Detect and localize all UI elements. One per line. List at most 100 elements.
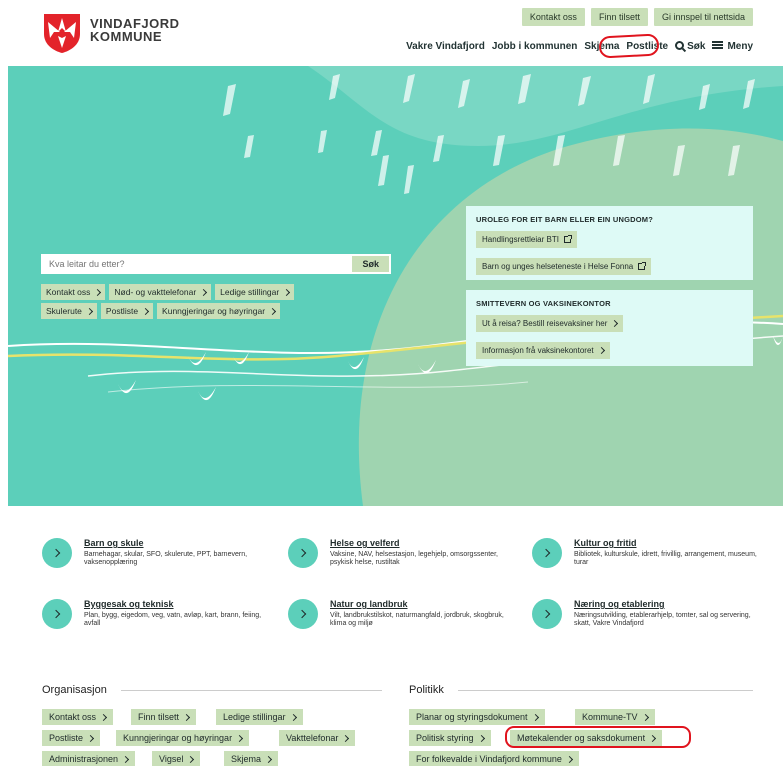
search-input[interactable]: [41, 259, 341, 269]
quick-link-label: Kunngjeringar og høyringar: [162, 306, 266, 316]
section-title: Organisasjon: [42, 684, 107, 696]
category-desc: Næringsutvikling, etablerarhjelp, tomter…: [574, 612, 751, 627]
org-link-label: Ledige stillingar: [223, 712, 286, 722]
nav-jobb[interactable]: Jobb i kommunen: [492, 40, 578, 53]
chevron-right-icon: [264, 755, 273, 763]
category-title: Kultur og fritid: [574, 538, 637, 548]
category-desc: Bibliotek, kulturskule, idrett, frivilli…: [574, 551, 757, 566]
chevron-right-icon: [641, 713, 649, 721]
vaccine-office-card: SMITTEVERN OG VAKSINEKONTOR Ut å reisa? …: [466, 290, 753, 366]
nav-search-label: Søk: [687, 41, 706, 52]
org-link-label: Kontakt oss: [49, 712, 97, 722]
org-link-label: Administrasjonen: [49, 754, 119, 764]
pol-link-label: Planar og styringsdokument: [416, 712, 528, 722]
search-submit-button[interactable]: Søk: [352, 256, 389, 272]
feedback-button[interactable]: Gi innspel til nettsida: [653, 8, 753, 26]
org-link-announcements[interactable]: Kunngjeringar og høyringar: [116, 730, 250, 746]
hero-banner: Søk Kontakt oss Nød- og vakttelefonar Le…: [8, 66, 783, 506]
chevron-right-icon: [200, 288, 208, 296]
category-kultur-og-fritid[interactable]: Kultur og fritid Bibliotek, kulturskule, …: [532, 538, 772, 568]
org-link-jobs[interactable]: Ledige stillingar: [216, 709, 303, 725]
card-link-label: Barn og unges helseteneste i Helse Fonna: [482, 262, 634, 271]
main-nav: Vakre Vindafjord Jobb i kommunen Skjema …: [406, 40, 753, 53]
quick-link-jobs[interactable]: Ledige stillingar: [215, 284, 295, 300]
chevron-right-icon: [283, 288, 291, 296]
home-logo-link[interactable]: VINDAFJORD KOMMUNE: [42, 12, 180, 54]
category-title: Helse og velferd: [330, 538, 400, 548]
quick-link-contact[interactable]: Kontakt oss: [41, 284, 106, 300]
external-link-icon: [638, 262, 647, 270]
section-organisasjon-heading: Organisasjon: [42, 684, 382, 696]
search-icon: [675, 41, 685, 50]
logo-text: VINDAFJORD KOMMUNE: [90, 17, 180, 43]
quick-link-label: Kontakt oss: [46, 287, 91, 297]
chevron-right-icon: [541, 548, 551, 558]
chevron-right-icon: [297, 609, 307, 619]
nav-menu-label: Meny: [727, 41, 753, 52]
nav-vakre-vindafjord[interactable]: Vakre Vindafjord: [406, 40, 485, 53]
nav-search-button[interactable]: Søk: [675, 40, 705, 53]
chevron-right-icon: [342, 734, 350, 742]
chevron-right-icon: [597, 346, 605, 355]
chevron-circle-icon: [288, 599, 318, 629]
category-title: Natur og landbruk: [330, 599, 408, 609]
chevron-right-icon: [51, 609, 61, 619]
helse-fonna-link[interactable]: Barn og unges helseteneste i Helse Fonna: [476, 258, 652, 275]
vaccine-info-link[interactable]: Informasjon frå vaksinekontoret: [476, 342, 610, 359]
quick-links-row-1: Kontakt oss Nød- og vakttelefonar Ledige…: [41, 284, 295, 300]
quick-link-label: Nød- og vakttelefonar: [114, 287, 197, 297]
coat-of-arms-icon: [44, 14, 80, 53]
chevron-circle-icon: [42, 538, 72, 568]
category-desc: Vaksine, NAV, helsestasjon, legehjelp, o…: [330, 551, 498, 566]
chevron-right-icon: [99, 713, 108, 721]
travel-vaccine-link[interactable]: Ut å reisa? Bestill reisevaksiner her: [476, 315, 624, 332]
section-title: Politikk: [409, 684, 444, 696]
card-link-label: Handlingsrettleiar BTI: [482, 235, 559, 244]
quick-link-emergency[interactable]: Nød- og vakttelefonar: [109, 284, 212, 300]
org-link-administration[interactable]: Administrasjonen: [42, 751, 136, 766]
find-employee-button[interactable]: Finn tilsett: [590, 8, 648, 26]
quick-link-postliste[interactable]: Postliste: [100, 303, 154, 319]
nav-menu-button[interactable]: Meny: [712, 40, 753, 53]
card-link-label: Informasjon frå vaksinekontoret: [482, 346, 594, 355]
category-title: Næring og etablering: [574, 599, 665, 609]
quick-links-row-2: Skulerute Postliste Kunngjeringar og høy…: [41, 303, 281, 319]
quick-link-school-calendar[interactable]: Skulerute: [41, 303, 97, 319]
chevron-right-icon: [142, 307, 150, 315]
external-link-icon: [563, 235, 572, 243]
contact-button[interactable]: Kontakt oss: [521, 8, 585, 26]
pol-link-elected-officials[interactable]: For folkevalde i Vindafjord kommune: [409, 751, 579, 766]
card-link-label: Ut å reisa? Bestill reisevaksiner her: [482, 319, 608, 328]
chevron-right-icon: [236, 734, 244, 742]
chevron-circle-icon: [42, 599, 72, 629]
org-link-label: Finn tilsett: [138, 712, 180, 722]
category-byggesak-og-teknisk[interactable]: Byggesak og teknisk Plan, bygg, eigedom, …: [42, 599, 282, 629]
category-naering-og-etablering[interactable]: Næring og etablering Næringsutvikling, et…: [532, 599, 772, 629]
org-link-label: Vakttelefonar: [286, 733, 339, 743]
chevron-right-icon: [611, 319, 619, 328]
chevron-right-icon: [477, 734, 485, 742]
chevron-right-icon: [51, 548, 61, 558]
category-desc: Plan, bygg, eigedom, veg, vatn, avløp, k…: [84, 612, 262, 627]
category-barn-og-skule[interactable]: Barn og skule Barnehagar, skular, SFO, sk…: [42, 538, 282, 568]
org-link-postliste[interactable]: Postliste: [42, 730, 101, 746]
org-link-emergency[interactable]: Vakttelefonar: [279, 730, 356, 746]
quick-link-announcements[interactable]: Kunngjeringar og høyringar: [157, 303, 281, 319]
search-bar: Søk: [41, 254, 391, 274]
category-title: Barn og skule: [84, 538, 144, 548]
pol-link-plans[interactable]: Planar og styringsdokument: [409, 709, 545, 725]
pol-link-kommune-tv[interactable]: Kommune-TV: [575, 709, 655, 725]
chevron-right-icon: [86, 734, 95, 742]
category-helse-og-velferd[interactable]: Helse og velferd Vaksine, NAV, helsestasj…: [288, 538, 528, 568]
org-link-forms[interactable]: Skjema: [224, 751, 279, 766]
divider: [120, 689, 382, 691]
org-link-contact[interactable]: Kontakt oss: [42, 709, 114, 725]
org-link-vigsel[interactable]: Vigsel: [152, 751, 201, 766]
child-worry-card: UROLEG FOR EIT BARN ELLER EIN UNGDOM? Ha…: [466, 206, 753, 280]
chevron-circle-icon: [532, 599, 562, 629]
org-link-find-employee[interactable]: Finn tilsett: [131, 709, 197, 725]
bti-guide-link[interactable]: Handlingsrettleiar BTI: [476, 231, 577, 248]
pol-link-political-governance[interactable]: Politisk styring: [409, 730, 491, 746]
quick-link-label: Ledige stillingar: [220, 287, 280, 297]
category-natur-og-landbruk[interactable]: Natur og landbruk Vilt, landbrukstilskot,…: [288, 599, 528, 629]
